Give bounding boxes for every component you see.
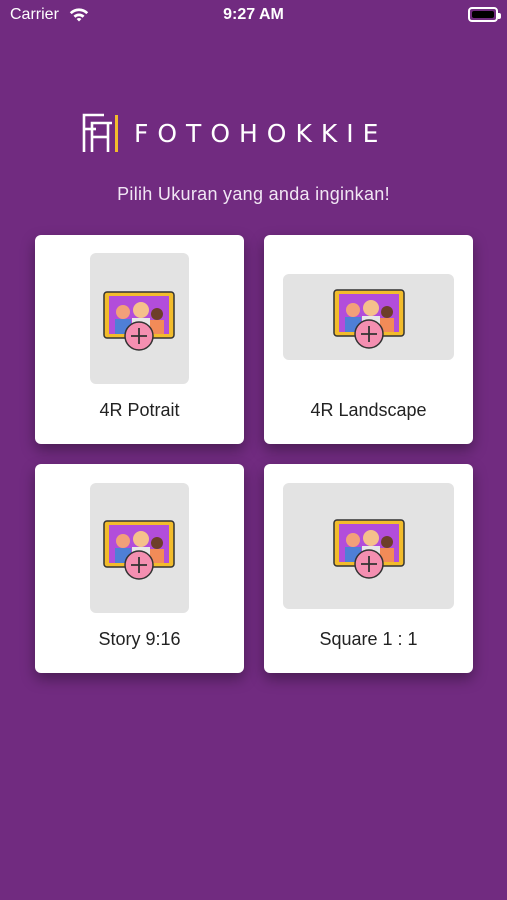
- size-option-square[interactable]: Square 1 : 1: [264, 464, 473, 673]
- size-option-story[interactable]: Story 9:16: [35, 464, 244, 673]
- add-photo-icon: [333, 289, 405, 349]
- size-option-label: Square 1 : 1: [319, 629, 418, 649]
- size-option-label: Story 9:16: [98, 629, 181, 649]
- size-option-label: 4R Potrait: [99, 400, 180, 420]
- app-logo: FOTOHOKKIE: [82, 113, 387, 153]
- size-option-4r-portrait[interactable]: 4R Potrait: [35, 235, 244, 444]
- size-option-4r-landscape[interactable]: 4R Landscape: [264, 235, 473, 444]
- status-bar: Carrier 9:27 AM: [0, 0, 507, 30]
- status-time: 9:27 AM: [223, 6, 284, 23]
- add-photo-icon: [103, 520, 175, 580]
- size-option-label: 4R Landscape: [310, 400, 427, 420]
- battery-icon: [468, 7, 501, 22]
- page-subtitle: Pilih Ukuran yang anda inginkan!: [117, 184, 390, 204]
- add-photo-icon: [333, 519, 405, 579]
- logo-mark-icon: [82, 113, 118, 152]
- logo-text: FOTOHOKKIE: [134, 118, 388, 148]
- add-photo-icon: [103, 291, 175, 351]
